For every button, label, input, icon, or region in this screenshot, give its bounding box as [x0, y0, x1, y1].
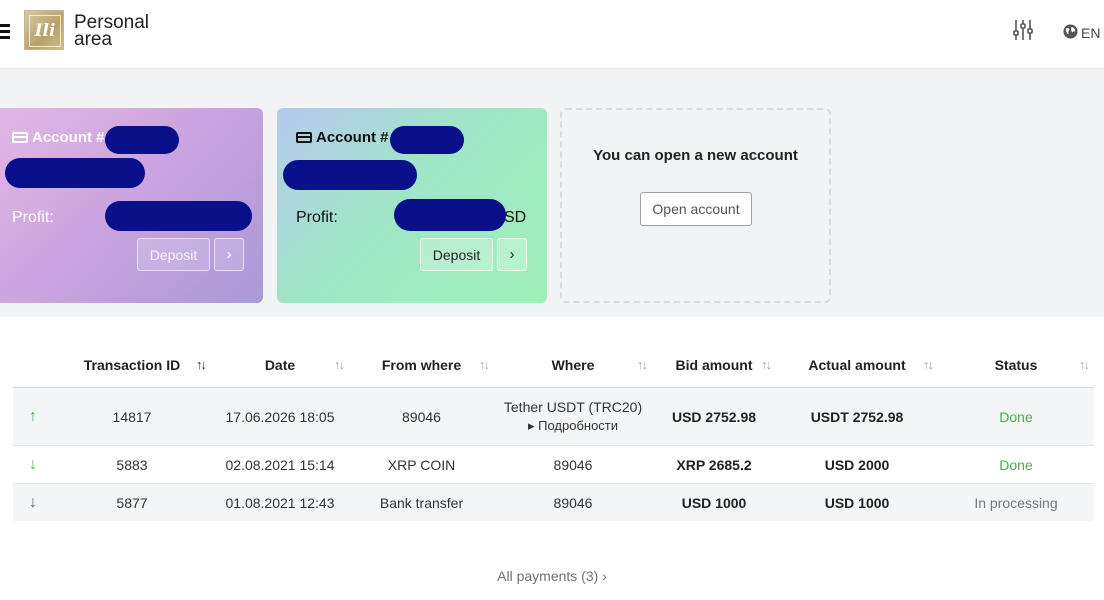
where-cell: Tether USDT (TRC20) ▸ Подробности	[494, 387, 652, 446]
date-cell: 02.08.2021 15:14	[211, 445, 349, 484]
account-details-button[interactable]: ›	[214, 238, 244, 271]
transactions-table: Transaction ID ↑↓ Date ↑↓ From where ↑↓ Whe…	[13, 342, 1094, 521]
where-cell: 89046	[494, 483, 652, 521]
account-details-button[interactable]: ›	[497, 238, 527, 271]
all-payments-link[interactable]: All payments (3) ›	[0, 568, 1104, 584]
table-row[interactable]: ↑ 14817 17.06.2026 18:05 89046 Tether US…	[13, 387, 1094, 446]
page-title: Personal area	[74, 13, 149, 50]
redacted-profit	[394, 199, 506, 231]
profit-label: Profit:	[296, 209, 338, 226]
table-row[interactable]: ↓ 5883 02.08.2021 15:14 XRP COIN 89046 X…	[13, 445, 1094, 484]
bid-amount-cell: USD 2752.98	[652, 387, 776, 446]
column-label: Status	[994, 356, 1038, 373]
open-account-button[interactable]: Open account	[640, 192, 752, 226]
direction-cell: ↓	[13, 483, 53, 521]
sort-icon[interactable]: ↑↓	[479, 357, 490, 372]
sort-icon[interactable]: ↑↓	[923, 357, 934, 372]
where-cell: 89046	[494, 445, 652, 484]
sort-icon[interactable]: ↑↓	[196, 357, 207, 372]
account-card-1[interactable]: Account # Profit: Deposit ›	[0, 108, 263, 303]
new-account-text: You can open a new account	[593, 147, 798, 164]
column-bid-amount[interactable]: Bid amount ↑↓	[652, 342, 776, 388]
account-title: Account #	[12, 129, 105, 146]
redacted-balance	[5, 158, 145, 188]
logo[interactable]: Ili	[24, 10, 64, 50]
actual-amount-cell: USD 2000	[776, 445, 938, 484]
status-badge: Done	[938, 387, 1094, 446]
profit-currency: SD	[504, 209, 527, 226]
column-label: Transaction ID	[83, 356, 181, 373]
transaction-id-cell: 5877	[53, 483, 211, 521]
column-status[interactable]: Status ↑↓	[938, 342, 1094, 388]
details-toggle[interactable]: ▸ Подробности	[494, 418, 652, 434]
table-row[interactable]: ↓ 5877 01.08.2021 12:43 Bank transfer 89…	[13, 483, 1094, 521]
globe-icon[interactable]	[1063, 24, 1078, 39]
sort-icon[interactable]: ↑↓	[334, 357, 345, 372]
arrow-down-icon: ↓	[29, 455, 37, 473]
column-label: Bid amount	[675, 356, 753, 373]
sort-icon[interactable]: ↑↓	[1079, 357, 1090, 372]
status-badge: Done	[938, 445, 1094, 484]
language-selector[interactable]: EN	[1081, 25, 1100, 41]
column-label: From where	[381, 356, 462, 373]
date-cell: 01.08.2021 12:43	[211, 483, 349, 521]
column-date[interactable]: Date ↑↓	[211, 342, 349, 388]
account-title-label: Account #	[316, 129, 389, 146]
column-label: Where	[551, 356, 595, 373]
redacted-profit	[105, 201, 252, 231]
menu-icon[interactable]	[0, 24, 10, 42]
column-transaction-id[interactable]: Transaction ID ↑↓	[53, 342, 211, 388]
logo-mark: Ili	[29, 15, 61, 47]
direction-header	[13, 342, 53, 388]
column-label: Date	[264, 356, 296, 373]
deposit-button[interactable]: Deposit	[137, 238, 210, 271]
actual-amount-cell: USD 1000	[776, 483, 938, 521]
sort-icon[interactable]: ↑↓	[637, 357, 648, 372]
redacted-account-number	[105, 126, 179, 154]
from-cell: Bank transfer	[349, 483, 494, 521]
redacted-account-number	[390, 126, 464, 154]
status-badge: In processing	[938, 483, 1094, 521]
bid-amount-cell: XRP 2685.2	[652, 445, 776, 484]
table-header: Transaction ID ↑↓ Date ↑↓ From where ↑↓ Whe…	[13, 342, 1094, 388]
credit-card-icon	[12, 132, 28, 143]
account-title: Account #	[296, 129, 389, 146]
arrow-down-icon: ↓	[29, 493, 37, 511]
date-cell: 17.06.2026 18:05	[211, 387, 349, 446]
credit-card-icon	[296, 132, 312, 143]
direction-cell: ↓	[13, 445, 53, 484]
deposit-button[interactable]: Deposit	[420, 238, 493, 271]
from-cell: 89046	[349, 387, 494, 446]
from-cell: XRP COIN	[349, 445, 494, 484]
top-header: Ili Personal area EN	[0, 0, 1104, 69]
account-card-2[interactable]: Account # Profit: SD Deposit ›	[277, 108, 547, 303]
page-title-line2: area	[74, 29, 113, 50]
transaction-id-cell: 14817	[53, 387, 211, 446]
column-actual-amount[interactable]: Actual amount ↑↓	[776, 342, 938, 388]
direction-cell: ↑	[13, 387, 53, 446]
account-title-label: Account #	[32, 129, 105, 146]
transaction-id-cell: 5883	[53, 445, 211, 484]
column-from-where[interactable]: From where ↑↓	[349, 342, 494, 388]
column-label: Actual amount	[808, 356, 906, 373]
new-account-card: You can open a new account Open account	[560, 108, 831, 303]
profit-label: Profit:	[12, 209, 54, 226]
bid-amount-cell: USD 1000	[652, 483, 776, 521]
settings-sliders-icon[interactable]	[1012, 19, 1034, 41]
where-text: Tether USDT (TRC20)	[503, 399, 643, 415]
column-where[interactable]: Where ↑↓	[494, 342, 652, 388]
redacted-balance	[283, 160, 417, 190]
sort-icon[interactable]: ↑↓	[761, 357, 772, 372]
actual-amount-cell: USDT 2752.98	[776, 387, 938, 446]
arrow-up-icon: ↑	[29, 407, 37, 425]
